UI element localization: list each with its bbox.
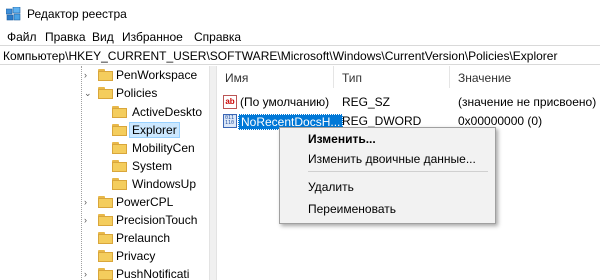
tree-item-label: ActiveDeskto: [132, 105, 203, 119]
value-data: 0x00000000 (0): [458, 114, 543, 128]
folder-icon: [98, 196, 113, 208]
menu-view[interactable]: Вид: [92, 30, 114, 44]
dword-value-icon: 011 110: [223, 114, 237, 128]
chevron-right-icon[interactable]: ›: [84, 215, 87, 225]
folder-icon: [98, 232, 113, 244]
tree-item-label: PowerCPL: [116, 195, 174, 209]
column-header-value[interactable]: Значение: [450, 66, 600, 88]
address-bar[interactable]: Компьютер\HKEY_CURRENT_USER\SOFTWARE\Mic…: [0, 45, 600, 65]
tree-item-label: System: [132, 159, 173, 173]
value-row[interactable]: ab (По умолчанию) REG_SZ (значение не пр…: [217, 93, 600, 111]
folder-icon: [112, 142, 127, 154]
tree-item-label: Explorer: [129, 122, 180, 138]
menu-bar: Файл Правка Вид Избранное Справка: [0, 28, 600, 45]
tree-item-label: PenWorkspace: [116, 68, 198, 82]
folder-open-icon: [98, 87, 113, 99]
menu-favorites[interactable]: Избранное: [122, 30, 183, 44]
address-path[interactable]: Компьютер\HKEY_CURRENT_USER\SOFTWARE\Mic…: [3, 49, 557, 63]
window-title: Редактор реестра: [27, 7, 127, 21]
tree-item-label: PushNotificati: [116, 267, 190, 280]
folder-icon: [112, 106, 127, 118]
folder-icon: [112, 178, 127, 190]
tree-item-label: Policies: [116, 86, 158, 100]
menu-edit[interactable]: Правка: [45, 30, 86, 44]
tree-item-label: Prelaunch: [116, 231, 171, 245]
menu-help[interactable]: Справка: [194, 30, 241, 44]
folder-icon: [98, 268, 113, 280]
chevron-down-icon[interactable]: ⌄: [84, 88, 92, 99]
title-bar: Редактор реестра: [0, 0, 600, 28]
tree-guide-line: [81, 66, 82, 280]
menu-separator: [308, 171, 488, 172]
string-value-icon: ab: [223, 95, 237, 109]
chevron-right-icon[interactable]: ›: [84, 197, 87, 207]
folder-icon: [98, 214, 113, 226]
value-data: (значение не присвоено): [458, 95, 597, 109]
chevron-right-icon[interactable]: ›: [84, 269, 87, 279]
menu-modify[interactable]: Изменить...: [308, 132, 376, 146]
folder-icon: [98, 69, 113, 81]
value-type: REG_DWORD: [342, 114, 422, 128]
folder-icon: [98, 250, 113, 262]
tree-item-label: PrecisionTouch: [116, 213, 198, 227]
menu-rename[interactable]: Переименовать: [308, 202, 396, 216]
tree-item-label: WindowsUp: [132, 177, 197, 191]
column-header-name[interactable]: Имя: [217, 66, 334, 88]
registry-editor-icon: [5, 6, 21, 21]
folder-icon: [112, 124, 127, 136]
chevron-right-icon[interactable]: ›: [84, 70, 87, 80]
value-type: REG_SZ: [342, 95, 391, 109]
context-menu: Изменить... Изменить двоичные данные... …: [279, 127, 496, 224]
menu-modify-binary[interactable]: Изменить двоичные данные...: [308, 152, 476, 166]
folder-icon: [112, 160, 127, 172]
dword-icon-bits: 011 110: [225, 115, 235, 126]
tree-item-label: MobilityCen: [132, 141, 195, 155]
key-tree[interactable]: › PenWorkspace ⌄ Policies ActiveDeskto E…: [0, 66, 208, 280]
column-header-type[interactable]: Тип: [334, 66, 450, 88]
menu-delete[interactable]: Удалить: [308, 180, 354, 194]
menu-file[interactable]: Файл: [7, 30, 37, 44]
value-name: (По умолчанию): [240, 95, 330, 109]
tree-item-label: Privacy: [116, 249, 156, 263]
pane-splitter[interactable]: [209, 66, 217, 280]
